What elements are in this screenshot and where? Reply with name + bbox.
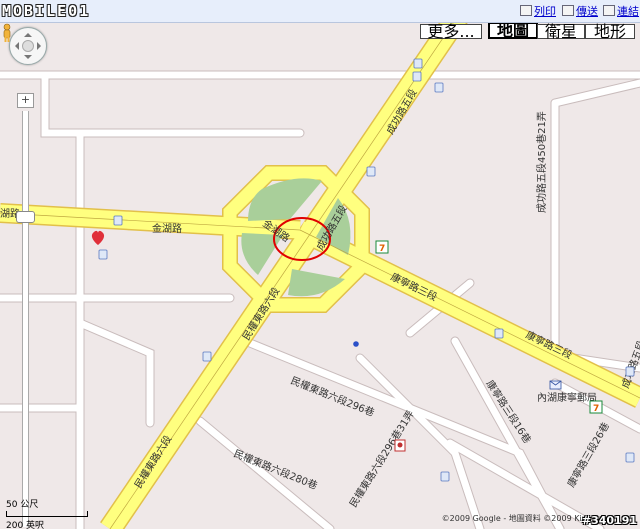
zoom-slider-track[interactable] — [22, 111, 29, 527]
map-app: MOBILE01 列印 傳送 連結 湖路 金湖路 金湖路 成功路五段 成功路五段… — [0, 0, 640, 529]
map-drawing: 湖路 金湖路 金湖路 成功路五段 成功路五段 成功路五段450巷21弄 康寧路三… — [0, 23, 640, 529]
map-type-satellite[interactable]: 衛星 — [537, 24, 585, 40]
print-link[interactable]: 列印 — [520, 3, 556, 19]
scale-bar: 50 公尺 200 英呎 — [6, 497, 88, 529]
street-label: 金湖路 — [152, 222, 182, 235]
street-label: 成功路五段450巷21弄 — [535, 111, 548, 213]
svg-text:7: 7 — [379, 244, 385, 254]
map-type-map[interactable]: 地圖 — [488, 23, 538, 39]
more-button[interactable]: 更多... — [420, 24, 482, 40]
poi-label: 內湖康寧郵局 — [537, 391, 597, 404]
gas-station-icon[interactable] — [394, 439, 406, 452]
post-office-icon[interactable] — [549, 380, 562, 390]
svg-text:7: 7 — [593, 404, 599, 414]
pin-icon[interactable] — [353, 341, 359, 347]
pegman-icon[interactable] — [0, 23, 14, 43]
map-canvas[interactable]: 湖路 金湖路 金湖路 成功路五段 成功路五段 成功路五段450巷21弄 康寧路三… — [0, 23, 640, 529]
zoom-slider-handle[interactable] — [16, 211, 35, 223]
site-logo: MOBILE01 — [2, 2, 91, 20]
pan-left-icon[interactable] — [11, 42, 19, 50]
pan-down-icon[interactable] — [24, 55, 32, 63]
send-link[interactable]: 傳送 — [562, 3, 598, 19]
hand-icon — [22, 40, 34, 52]
chain-link-icon — [603, 5, 615, 16]
pan-up-icon[interactable] — [24, 29, 32, 37]
link-link[interactable]: 連結 — [603, 3, 639, 19]
scale-line — [6, 511, 88, 517]
zoom-in-button[interactable]: + — [17, 93, 34, 108]
map-type-terrain[interactable]: 地形 — [585, 24, 635, 40]
scale-imperial-label: 200 英呎 — [6, 521, 45, 529]
watermark-text: #340191 — [581, 514, 637, 527]
printer-icon — [520, 5, 532, 16]
pan-control[interactable] — [9, 27, 47, 65]
scale-metric-label: 50 公尺 — [6, 500, 39, 510]
pan-right-icon[interactable] — [37, 42, 45, 50]
envelope-icon — [562, 5, 574, 16]
top-toolbar: MOBILE01 列印 傳送 連結 — [0, 0, 640, 23]
